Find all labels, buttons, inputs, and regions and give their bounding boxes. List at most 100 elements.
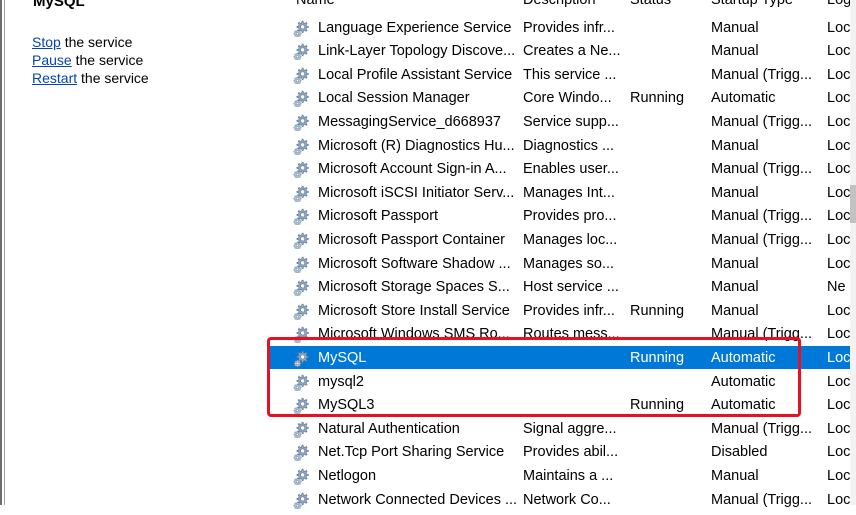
service-status-cell: Running [630, 397, 685, 414]
gear-icon [293, 19, 311, 37]
service-startup-type-cell: Manual [711, 19, 759, 36]
service-name-cell: Microsoft Storage Spaces S... [318, 279, 510, 296]
service-row[interactable]: Microsoft Passport Container Manages loc.… [268, 228, 856, 252]
stop-link[interactable]: Stop [32, 34, 61, 50]
service-description-cell: Manages so... [523, 255, 615, 272]
service-description-cell: Manages Int... [523, 184, 615, 201]
service-startup-type-cell: Manual (Trigg... [711, 420, 812, 437]
service-name-cell: Language Experience Service [318, 19, 512, 36]
service-row[interactable]: MySQL3 Running Automatic Loc [268, 393, 856, 417]
services-list: Language Experience Service Provides infr… [268, 0, 856, 509]
service-startup-type-cell: Automatic [711, 373, 776, 390]
service-name-cell: Microsoft Store Install Service [318, 302, 510, 319]
service-status-cell: Running [630, 90, 685, 107]
service-name-cell: MySQL [318, 349, 367, 366]
service-description-cell: Provides abil... [523, 444, 619, 461]
service-row[interactable]: Local Profile Assistant Service This serv… [268, 63, 856, 87]
restart-link[interactable]: Restart [32, 70, 77, 86]
service-row[interactable]: MessagingService_d668937 Service supp... M… [268, 110, 856, 134]
service-description-cell: Provides infr... [523, 19, 615, 36]
service-row[interactable]: Microsoft (R) Diagnostics Hu... Diagnosti… [268, 134, 856, 158]
pause-service-action: Pause the service [32, 52, 143, 69]
gear-icon [293, 302, 311, 320]
service-description-cell: This service ... [523, 66, 617, 83]
service-startup-type-cell: Manual [711, 137, 759, 154]
gear-icon [293, 66, 311, 84]
service-startup-type-cell: Manual (Trigg... [711, 66, 812, 83]
service-startup-type-cell: Automatic [711, 90, 776, 107]
service-startup-type-cell: Manual [711, 279, 759, 296]
service-name-cell: Microsoft Passport [318, 208, 439, 225]
scrollbar-thumb[interactable] [850, 185, 856, 223]
service-row[interactable]: Microsoft Software Shadow ... Manages so.… [268, 252, 856, 276]
service-name-cell: MessagingService_d668937 [318, 113, 501, 130]
service-name-cell: Local Session Manager [318, 90, 470, 107]
service-row[interactable]: Net.Tcp Port Sharing Service Provides abi… [268, 440, 856, 464]
service-name-cell: Local Profile Assistant Service [318, 66, 513, 83]
service-row-selected[interactable]: MySQL Running Automatic Loc [268, 345, 856, 370]
service-startup-type-cell: Manual (Trigg... [711, 208, 812, 225]
service-description-cell: Routes mess... [523, 326, 620, 343]
service-row[interactable]: Natural Authentication Signal aggre... Man… [268, 417, 856, 441]
service-description-cell: Provides pro... [523, 208, 617, 225]
service-startup-type-cell: Disabled [711, 444, 768, 461]
gear-icon [293, 231, 311, 250]
gear-icon [293, 491, 311, 509]
service-status-cell: Running [630, 349, 685, 366]
service-status-cell: Running [630, 302, 685, 319]
service-row[interactable]: Microsoft Store Install Service Provides … [268, 299, 856, 323]
gear-icon [293, 396, 311, 415]
service-row[interactable]: Netlogon Maintains a ... Manual Loc [268, 464, 856, 488]
service-row[interactable]: Local Session Manager Core Windo... Runnin… [268, 86, 856, 110]
service-row[interactable]: Microsoft iSCSI Initiator Serv... Manages… [268, 181, 856, 205]
service-startup-type-cell: Automatic [711, 349, 776, 366]
service-name-cell: Network Connected Devices ... [318, 491, 518, 508]
service-description-cell: Enables user... [523, 161, 619, 178]
service-row[interactable]: Network Connected Devices ... Network Co.… [268, 488, 856, 512]
service-row[interactable]: Link-Layer Topology Discove... Creates a … [268, 39, 856, 63]
gear-icon [293, 325, 311, 344]
service-name-cell: Microsoft iSCSI Initiator Serv... [318, 184, 515, 201]
pause-link-suffix: the service [71, 52, 144, 68]
service-description-cell: Network Co... [523, 491, 611, 508]
service-startup-type-cell: Manual [711, 302, 759, 319]
service-startup-type-cell: Manual [711, 255, 759, 272]
service-name-cell: Microsoft Windows SMS Ro... [318, 326, 510, 343]
service-description-cell: Core Windo... [523, 90, 612, 107]
service-description-cell: Service supp... [523, 113, 619, 130]
stop-service-action: Stop the service [32, 34, 132, 51]
service-name-cell: Microsoft Software Shadow ... [318, 255, 511, 272]
service-name-cell: Microsoft (R) Diagnostics Hu... [318, 137, 515, 154]
pane-divider [4, 0, 5, 505]
gear-icon [293, 137, 311, 155]
selected-service-title: MySQL [33, 0, 85, 10]
service-startup-type-cell: Manual [711, 184, 759, 201]
service-name-cell: Microsoft Passport Container [318, 231, 505, 248]
service-description-cell: Signal aggre... [523, 420, 617, 437]
gear-icon [293, 42, 311, 61]
pause-link[interactable]: Pause [32, 52, 72, 68]
service-name-cell: Link-Layer Topology Discove... [318, 43, 516, 60]
gear-icon [293, 420, 311, 438]
service-row[interactable]: mysql2 Automatic Loc [268, 370, 856, 394]
restart-service-action: Restart the service [32, 70, 149, 87]
service-row[interactable]: Microsoft Account Sign-in A... Enables us… [268, 157, 856, 181]
service-startup-type-cell: Automatic [711, 397, 776, 414]
service-startup-type-cell: Manual [711, 43, 759, 60]
restart-link-suffix: the service [77, 70, 149, 86]
service-startup-type-cell: Manual (Trigg... [711, 231, 812, 248]
service-startup-type-cell: Manual (Trigg... [711, 161, 812, 178]
service-name-cell: Netlogon [318, 467, 377, 484]
service-row[interactable]: Microsoft Windows SMS Ro... Routes mess..… [268, 322, 856, 346]
service-name-cell: Natural Authentication [318, 420, 460, 437]
vertical-scrollbar[interactable] [850, 0, 856, 505]
gear-icon [293, 184, 311, 202]
service-row[interactable]: Language Experience Service Provides infr… [268, 16, 856, 40]
gear-icon [293, 89, 311, 108]
service-row[interactable]: Microsoft Storage Spaces S... Host servic… [268, 275, 856, 299]
service-row[interactable]: Microsoft Passport Provides pro... Manual … [268, 204, 856, 228]
gear-icon [293, 160, 311, 179]
stop-link-suffix: the service [60, 34, 133, 50]
window-frame-edge [0, 0, 2, 505]
service-startup-type-cell: Manual (Trigg... [711, 491, 812, 508]
